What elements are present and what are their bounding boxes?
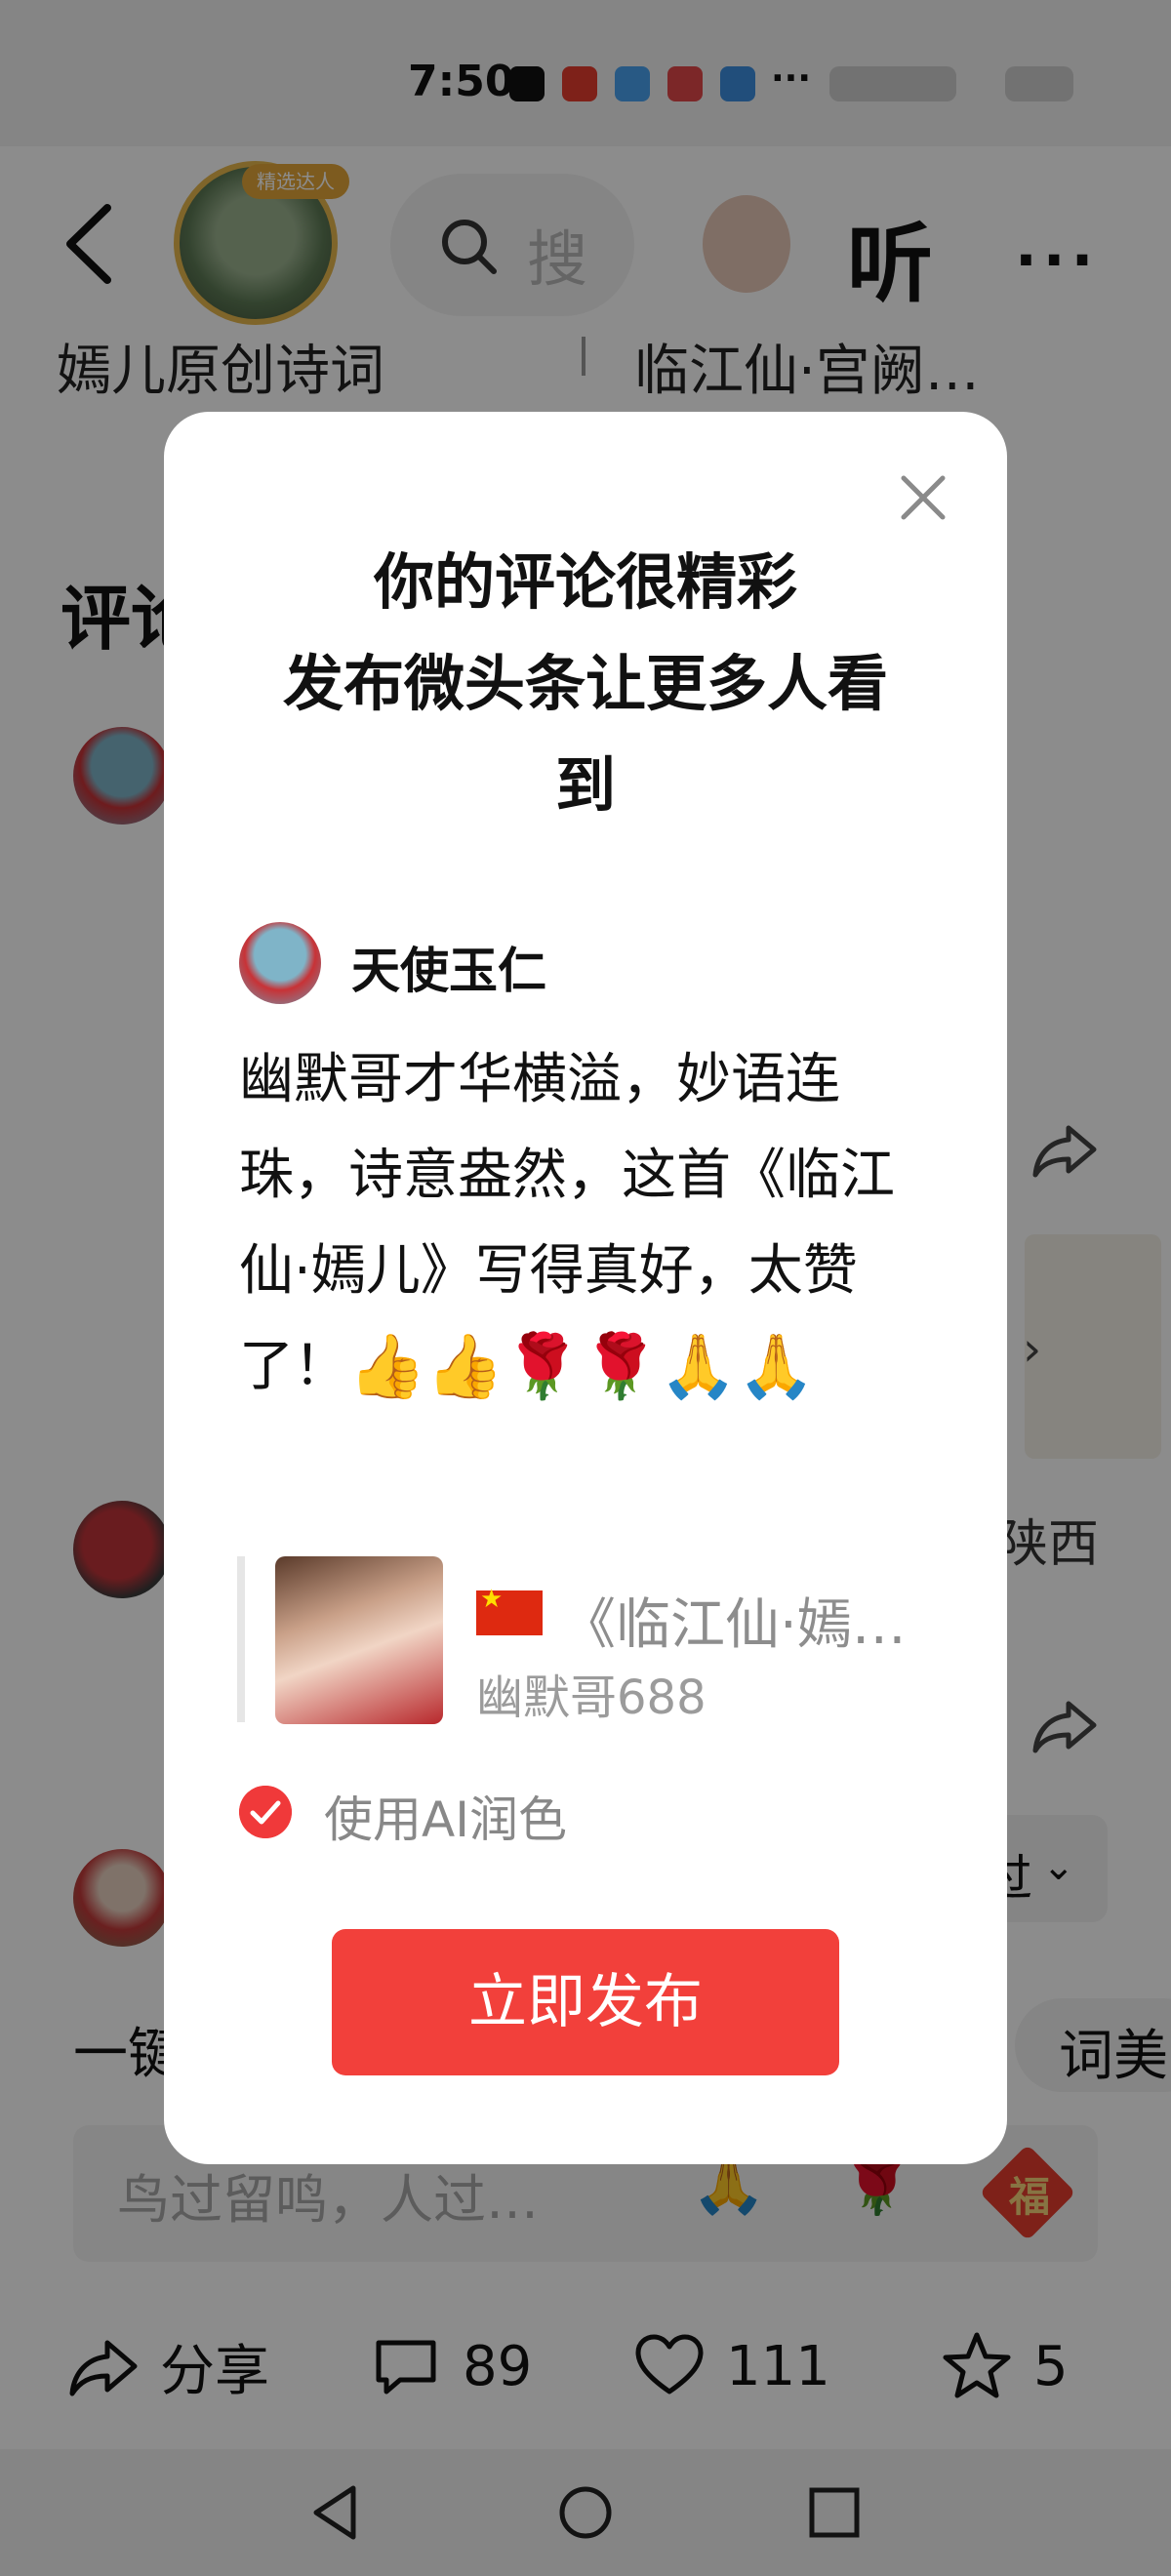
quoted-article-thumbnail — [275, 1556, 443, 1724]
dialog-title-line: 你的评论很精彩 — [373, 546, 797, 618]
comment-text: 幽默哥才华横溢，妙语连珠，诗意盎然，这首《临江仙·嫣儿》写得真好，太赞了！ 👍👍… — [239, 1032, 934, 1415]
ai-polish-label[interactable]: 使用AI润色 — [324, 1781, 567, 1851]
quoted-article-author: 幽默哥688 — [476, 1670, 707, 1725]
ai-polish-checkbox[interactable] — [239, 1786, 292, 1838]
publish-button-label[interactable]: 立即发布 — [332, 1929, 839, 2075]
close-icon[interactable] — [896, 470, 950, 525]
comment-author-avatar — [239, 922, 321, 1004]
quote-divider — [237, 1556, 245, 1722]
china-flag-icon — [476, 1585, 543, 1635]
dialog-title: 你的评论很精彩 发布微头条让更多人看 到 — [164, 532, 1007, 836]
comment-emojis: 👍👍🌹🌹🙏🙏 — [348, 1331, 816, 1403]
comment-author-name: 天使玉仁 — [351, 943, 546, 999]
quoted-article-title: 《临江仙·嫣… — [561, 1593, 907, 1657]
dialog-title-line: 发布微头条让更多人看 — [282, 648, 888, 719]
dialog-title-line: 到 — [554, 749, 616, 821]
